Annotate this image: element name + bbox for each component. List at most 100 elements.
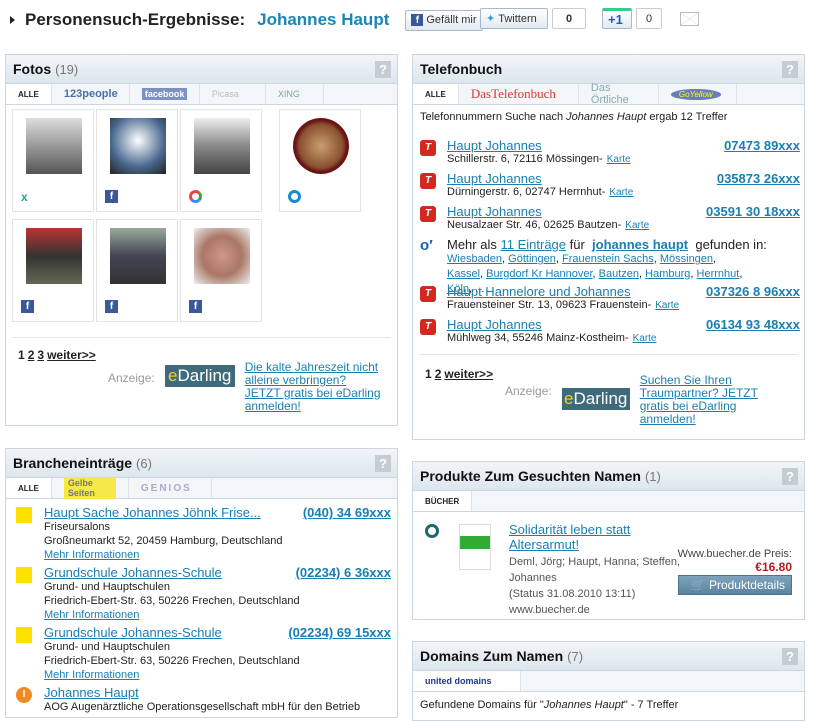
tab-xing[interactable]: XING <box>266 84 324 104</box>
phone-number-link[interactable]: 03591 30 18xxx <box>706 204 800 219</box>
tab-alle[interactable]: ALLE <box>413 84 459 104</box>
plusone-button[interactable]: +1 <box>602 8 632 29</box>
tab-123people[interactable]: 123people <box>52 84 130 104</box>
summary-text: ergab 12 Treffer <box>646 111 728 123</box>
edarling-logo[interactable]: eDarling <box>561 388 630 410</box>
page-link[interactable]: 2 <box>435 367 442 381</box>
twitter-button[interactable]: ✦ Twittern <box>480 8 548 29</box>
phone-number-link[interactable]: 037326 8 96xxx <box>706 284 800 299</box>
phone-number-link[interactable]: 035873 26xxx <box>717 171 800 186</box>
city-link[interactable]: Herrnhut <box>697 268 740 280</box>
page-link[interactable]: 2 <box>28 348 35 362</box>
tab-picasa[interactable]: Picasa <box>200 84 266 104</box>
tab-gelbe-seiten[interactable]: Gelbe Seiten <box>52 477 129 499</box>
panel-title: Telefonbuch <box>420 61 503 77</box>
page-link[interactable]: 3 <box>37 348 44 362</box>
photo-thumb[interactable]: f <box>12 219 94 322</box>
entry-name-link[interactable]: Haupt Johannes <box>447 204 542 219</box>
triangle-icon <box>10 16 15 24</box>
help-icon[interactable]: ? <box>782 648 798 665</box>
ad-label: Anzeige: <box>108 371 155 385</box>
ad-link[interactable]: Die kalte Jahreszeit nicht alleine verbr… <box>245 361 385 413</box>
panel-title: Produkte Zum Gesuchten Namen <box>420 468 641 484</box>
book-title-link[interactable]: Solidarität leben statt Altersarmut! <box>509 522 649 552</box>
city-link[interactable]: Bautzen <box>599 268 639 280</box>
dasoertliche-icon: o′ <box>420 237 433 254</box>
map-link[interactable]: Karte <box>625 220 649 231</box>
edarling-logo[interactable]: eDarling <box>164 365 235 387</box>
facebook-like-button[interactable]: f Gefällt mir <box>405 9 483 31</box>
like-label: Gefällt mir <box>426 14 477 26</box>
business-name-link[interactable]: Haupt Sache Johannes Jöhnk Frise... <box>44 505 261 520</box>
next-page-link[interactable]: weiter>> <box>47 348 96 362</box>
phone-number-link[interactable]: 06134 93 48xxx <box>706 317 800 332</box>
help-icon[interactable]: ? <box>782 61 798 78</box>
help-icon[interactable]: ? <box>782 468 798 485</box>
photo <box>194 118 250 174</box>
tab-dastelefonbuch[interactable]: DasTelefonbuch <box>459 84 579 104</box>
tab-alle[interactable]: ALLE <box>6 84 52 104</box>
fotos-panel: Fotos (19)? ALLE 123people facebook Picas… <box>5 54 398 426</box>
city-link[interactable]: Frauenstein Sachs <box>562 253 654 265</box>
telefonbuch-icon: T <box>420 140 436 156</box>
help-icon[interactable]: ? <box>375 61 391 78</box>
photo-thumb[interactable]: f <box>96 219 178 322</box>
city-link[interactable]: Mössingen <box>660 253 713 265</box>
photo-thumb[interactable]: f <box>96 109 178 212</box>
business-name-link[interactable]: Johannes Haupt <box>44 685 139 700</box>
phone-entry: T Haupt Johannes 06134 93 48xxx Mühlweg 34,… <box>420 317 800 344</box>
tab-facebook[interactable]: facebook <box>130 84 200 104</box>
more-info-link[interactable]: Mehr Informationen <box>44 549 139 561</box>
city-link[interactable]: Hamburg <box>645 268 690 280</box>
more-info-link[interactable]: Mehr Informationen <box>44 609 139 621</box>
facebook-icon: f <box>21 300 34 313</box>
tab-united-domains[interactable]: united domains <box>413 671 521 691</box>
email-icon[interactable] <box>680 11 699 26</box>
price: €16.80 <box>755 560 792 574</box>
next-page-link[interactable]: weiter>> <box>444 367 493 381</box>
city-link[interactable]: Kassel <box>447 268 480 280</box>
twitter-bird-icon: ✦ <box>486 13 496 25</box>
photo <box>26 118 82 174</box>
business-entry: I Johannes Haupt AOG Augenärztliche Operat… <box>16 685 391 714</box>
gelbe-seiten-icon <box>16 567 32 583</box>
photo-thumb[interactable] <box>180 109 262 212</box>
ad-link[interactable]: Suchen Sie Ihren Traumpartner? JETZT gra… <box>640 374 765 426</box>
phone-number-link[interactable]: 07473 89xxx <box>724 138 800 153</box>
query-link[interactable]: johannes haupt <box>592 237 688 252</box>
tab-goyellow[interactable]: GoYellow <box>659 84 737 104</box>
source-tabs: ALLE DasTelefonbuch Das Örtliche GoYello… <box>413 82 804 106</box>
tab-dasoertliche[interactable]: Das Örtliche <box>579 82 659 106</box>
tab-alle[interactable]: ALLE <box>6 478 52 498</box>
map-link[interactable]: Karte <box>633 333 657 344</box>
entry-name-link[interactable]: Haupt Johannes <box>447 171 542 186</box>
facebook-icon: f <box>105 190 118 203</box>
business-name-link[interactable]: Grundschule Johannes-Schule <box>44 565 222 580</box>
entry-name-link[interactable]: Haupt Johannes <box>447 317 542 332</box>
tab-buecher[interactable]: BÜCHER <box>413 491 473 511</box>
entry-name-link[interactable]: Haupt Johannes <box>447 138 542 153</box>
map-link[interactable]: Karte <box>607 154 631 165</box>
map-link[interactable]: Karte <box>655 300 679 311</box>
photo-thumb[interactable]: f <box>180 219 262 322</box>
product-details-button[interactable]: 🛒 Produktdetails <box>677 575 792 595</box>
phone-number-link[interactable]: (02234) 69 15xxx <box>288 625 391 640</box>
city-link[interactable]: Burgdorf Kr Hannover <box>486 268 592 280</box>
phone-number-link[interactable]: (02234) 6 36xxx <box>296 565 391 580</box>
more-info-link[interactable]: Mehr Informationen <box>44 669 139 681</box>
more-text: gefunden in: <box>695 237 767 252</box>
photo-thumb[interactable]: x <box>12 109 94 212</box>
more-entries-link[interactable]: 11 Einträge <box>500 237 566 252</box>
business-name-link[interactable]: Grundschule Johannes-Schule <box>44 625 222 640</box>
photo-thumb[interactable] <box>279 109 361 212</box>
map-link[interactable]: Karte <box>609 187 633 198</box>
tab-genios[interactable]: GENIOS <box>129 478 212 498</box>
help-icon[interactable]: ? <box>375 455 391 472</box>
book-cover[interactable] <box>459 524 491 570</box>
entry-name-link[interactable]: Haupt Hannelore und Johannes <box>447 284 631 299</box>
city-link[interactable]: Wiesbaden <box>447 253 502 265</box>
plusone-count: 0 <box>636 8 662 29</box>
city-link[interactable]: Göttingen <box>508 253 556 265</box>
domains-panel: Domains Zum Namen (7)? united domains Gef… <box>412 641 805 721</box>
phone-number-link[interactable]: (040) 34 69xxx <box>303 505 391 520</box>
